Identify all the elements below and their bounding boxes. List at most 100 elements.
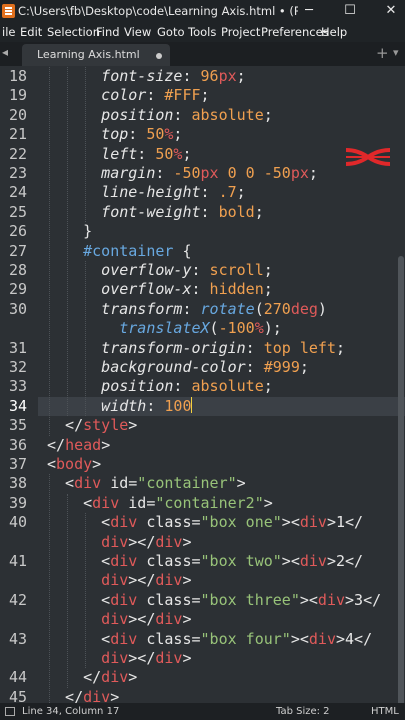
code-line[interactable]: <div class="box four"><div>4</ — [101, 630, 372, 649]
code-line[interactable]: </head> — [47, 436, 110, 455]
code-line[interactable]: <div class="box one"><div>1</ — [101, 513, 363, 532]
code-token: > — [182, 649, 192, 667]
code-token: body — [56, 455, 93, 473]
close-button[interactable]: ✕ — [383, 3, 399, 19]
menu-help[interactable]: Help — [321, 25, 347, 39]
line-number: 28 — [8, 261, 27, 279]
menu-file[interactable]: ile — [2, 25, 15, 39]
menu-view[interactable]: View — [124, 25, 151, 39]
code-token: >< — [299, 590, 318, 609]
maximize-button[interactable]: ☐ — [342, 3, 358, 19]
code-line[interactable]: left: 50%; — [101, 145, 191, 164]
code-line[interactable]: overflow-x: hidden; — [101, 280, 273, 299]
code-line[interactable]: </div> — [83, 668, 137, 687]
code-token: "container" — [137, 474, 237, 493]
code-token: < — [101, 513, 111, 532]
code-line[interactable]: <div id="container2"> — [83, 494, 273, 513]
code-token: "box three" — [200, 590, 300, 609]
code-token: ( — [254, 299, 264, 318]
tab-scroll-left-icon[interactable]: ◂ — [2, 45, 8, 59]
unsaved-dot-icon[interactable] — [156, 53, 162, 59]
code-line[interactable]: line-height: .7; — [101, 183, 246, 202]
code-token: id — [128, 493, 147, 512]
code-line[interactable]: background-color: #999; — [101, 358, 309, 377]
code-line[interactable]: } — [83, 222, 92, 241]
code-token: div — [299, 513, 327, 532]
code-line[interactable]: transform: rotate(270deg) — [101, 300, 327, 319]
code-token: div — [110, 552, 138, 570]
code-line[interactable]: div></div> — [101, 533, 191, 552]
code-token: "container2" — [155, 493, 264, 512]
code-line[interactable]: translateX(-100%); — [119, 319, 282, 338]
code-line[interactable]: <body> — [47, 455, 101, 474]
code-token: : — [173, 377, 192, 396]
line-number: 35 — [8, 416, 27, 435]
code-token: "box two" — [200, 552, 282, 570]
code-token: div — [155, 532, 183, 551]
code-token: : — [137, 144, 156, 163]
code-line[interactable]: position: absolute; — [101, 377, 273, 396]
code-token: > — [182, 610, 192, 629]
code-token: ; — [236, 183, 246, 202]
line-number: 42 — [8, 590, 27, 609]
code-editor[interactable]: 18 19 20 21 22 23 24 25 26 27 28 29 30 31 32 33 34 35 36 37… — [0, 66, 405, 703]
line-number: 23 — [8, 164, 27, 182]
code-line[interactable]: div></div> — [101, 649, 191, 668]
code-token: top — [101, 125, 129, 144]
tab-label: Learning Axis.html — [37, 48, 140, 61]
code-line[interactable]: </div> — [65, 688, 119, 703]
menu-edit[interactable]: Edit — [20, 25, 42, 39]
code-token: hidden — [209, 280, 264, 299]
code-line[interactable]: div></div> — [101, 610, 191, 629]
code-line[interactable]: <div class="box two"><div>2</ — [101, 552, 363, 571]
code-line[interactable]: <div id="container"> — [65, 474, 246, 493]
vertical-scrollbar[interactable] — [398, 256, 404, 703]
code-token: absolute — [191, 377, 264, 396]
code-line[interactable]: transform-origin: top left; — [101, 339, 345, 358]
syntax-selector[interactable]: HTML — [371, 706, 399, 717]
code-line[interactable]: font-weight: bold; — [101, 203, 264, 222]
code-line[interactable]: margin: -50px 0 0 -50px; — [101, 164, 318, 183]
menu-selection[interactable]: Selection — [47, 25, 100, 39]
menu-goto[interactable]: Goto — [157, 25, 185, 39]
tab-learning-axis[interactable]: Learning Axis.html — [22, 44, 170, 66]
code-token: </ — [83, 668, 102, 687]
code-token: id — [110, 474, 129, 493]
code-token: = — [128, 474, 138, 493]
code-token: ; — [335, 338, 346, 357]
code-line[interactable]: overflow-y: scroll; — [101, 261, 273, 280]
code-token: div — [101, 668, 129, 687]
code-token: > — [110, 687, 120, 703]
code-token: font-size — [101, 67, 183, 85]
line-number: 38 — [8, 474, 27, 493]
code-line[interactable]: font-size: 96px; — [101, 67, 246, 86]
code-line[interactable]: width: 100 — [101, 396, 193, 416]
code-token: : — [155, 164, 174, 182]
code-line[interactable]: </style> — [65, 416, 137, 435]
code-line[interactable]: div></div> — [101, 571, 191, 590]
code-line[interactable]: position: absolute; — [101, 106, 273, 125]
code-line[interactable]: color: #FFF; — [101, 86, 209, 105]
code-token: : — [182, 67, 201, 85]
new-tab-icon[interactable]: + — [376, 44, 389, 62]
menu-project[interactable]: Project — [221, 25, 260, 39]
code-line[interactable]: #container { — [83, 242, 191, 261]
menu-tools[interactable]: Tools — [188, 25, 216, 39]
line-number: 20 — [8, 105, 27, 124]
menu-preferences[interactable]: Preferences — [261, 25, 329, 39]
code-token: transform — [101, 299, 183, 318]
code-token: : — [200, 183, 219, 202]
code-line[interactable]: top: 50%; — [101, 125, 182, 144]
code-token: = — [191, 590, 201, 609]
menu-find[interactable]: Find — [96, 25, 120, 39]
code-token: -50 — [263, 164, 291, 182]
minimize-button[interactable]: ─ — [301, 3, 317, 19]
panel-toggle-icon[interactable] — [5, 707, 15, 716]
code-line[interactable]: <div class="box three"><div>3</ — [101, 591, 381, 610]
tab-size-selector[interactable]: Tab Size: 2 — [276, 706, 330, 717]
tab-list-chevron-icon[interactable]: ▾ — [393, 46, 399, 59]
line-number: 37 — [8, 455, 27, 473]
line-number: 26 — [8, 222, 27, 241]
